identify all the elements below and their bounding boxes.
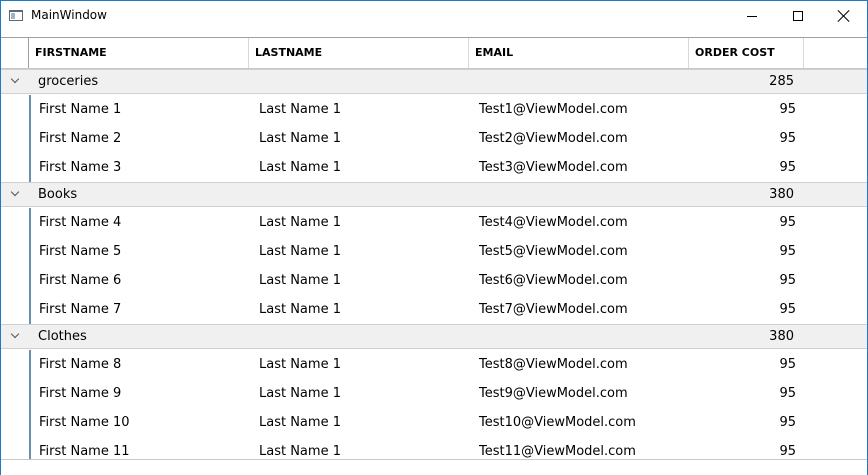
window-title: MainWindow [31,8,107,22]
group-indent-bar [29,95,31,124]
title-bar[interactable]: MainWindow [1,1,867,31]
cell-firstname[interactable]: First Name 3 [39,153,121,182]
group-indent-bar [29,153,31,182]
cell-lastname[interactable]: Last Name 1 [259,350,341,379]
table-row[interactable]: First Name 6 Last Name 1 Test6@ViewModel.c… [1,266,867,295]
main-window: MainWindow FIRSTNAME LASTNAME EMAIL ORDE… [0,0,868,475]
maximize-button[interactable] [775,1,821,31]
cell-order-cost[interactable]: 95 [689,266,796,295]
group-name: groceries [38,74,99,89]
cell-order-cost[interactable]: 95 [689,124,796,153]
group-name: Clothes [38,329,87,344]
group-header[interactable]: Clothes 380 [1,324,867,349]
cell-email[interactable]: Test2@ViewModel.com [479,124,628,153]
table-row[interactable]: First Name 4 Last Name 1 Test4@ViewModel.c… [1,208,867,237]
cell-email[interactable]: Test9@ViewModel.com [479,379,628,408]
cell-lastname[interactable]: Last Name 1 [259,237,341,266]
group-indent-bar [29,237,31,266]
cell-lastname[interactable]: Last Name 1 [259,295,341,324]
cell-firstname[interactable]: First Name 8 [39,350,121,379]
group-indent-bar [29,208,31,237]
group-indent-bar [29,379,31,408]
cell-firstname[interactable]: First Name 5 [39,237,121,266]
cell-firstname[interactable]: First Name 6 [39,266,121,295]
close-icon [838,10,850,22]
chevron-down-icon[interactable] [10,330,20,340]
group-indent-bar [29,295,31,324]
cell-firstname[interactable]: First Name 7 [39,295,121,324]
table-row[interactable]: First Name 7 Last Name 1 Test7@ViewModel.c… [1,295,867,324]
cell-order-cost[interactable]: 95 [689,295,796,324]
chevron-down-icon[interactable] [10,75,20,85]
cell-lastname[interactable]: Last Name 1 [259,266,341,295]
close-button[interactable] [821,1,867,31]
cell-order-cost[interactable]: 95 [689,153,796,182]
cell-order-cost[interactable]: 95 [689,95,796,124]
cell-firstname[interactable]: First Name 1 [39,95,121,124]
group-total: 380 [769,187,794,202]
cell-lastname[interactable]: Last Name 1 [259,95,341,124]
row-header-corner[interactable] [1,38,29,68]
column-header-email[interactable]: EMAIL [469,38,689,68]
group-indent-bar [29,408,31,437]
group-indent-bar [29,124,31,153]
maximize-icon [793,11,803,21]
cell-firstname[interactable]: First Name 2 [39,124,121,153]
cell-lastname[interactable]: Last Name 1 [259,379,341,408]
minimize-icon [747,16,757,17]
cell-firstname[interactable]: First Name 10 [39,408,130,437]
group-indent-bar [29,350,31,379]
cell-order-cost[interactable]: 95 [689,208,796,237]
cell-order-cost[interactable]: 95 [689,350,796,379]
cell-email[interactable]: Test8@ViewModel.com [479,350,628,379]
table-row[interactable]: First Name 10 Last Name 1 Test10@ViewModel… [1,408,867,437]
group-header[interactable]: groceries 285 [1,69,867,94]
cell-order-cost[interactable]: 95 [689,408,796,437]
data-grid[interactable]: FIRSTNAME LASTNAME EMAIL ORDER COST groc… [1,37,867,466]
group-total: 380 [769,329,794,344]
group-indent-bar [29,266,31,295]
cell-order-cost[interactable]: 95 [689,237,796,266]
cell-email[interactable]: Test10@ViewModel.com [479,408,636,437]
cell-order-cost[interactable]: 95 [689,379,796,408]
minimize-button[interactable] [729,1,775,31]
table-row[interactable]: First Name 8 Last Name 1 Test8@ViewModel.c… [1,350,867,379]
table-row[interactable]: First Name 2 Last Name 1 Test2@ViewModel.c… [1,124,867,153]
column-header-lastname[interactable]: LASTNAME [249,38,469,68]
cell-lastname[interactable]: Last Name 1 [259,208,341,237]
cell-lastname[interactable]: Last Name 1 [259,124,341,153]
cell-lastname[interactable]: Last Name 1 [259,408,341,437]
cell-email[interactable]: Test5@ViewModel.com [479,237,628,266]
cell-firstname[interactable]: First Name 4 [39,208,121,237]
column-header-firstname[interactable]: FIRSTNAME [29,38,249,68]
group-header[interactable]: Books 380 [1,182,867,207]
chevron-down-icon[interactable] [10,188,20,198]
app-window-icon [9,10,23,21]
table-row[interactable]: First Name 1 Last Name 1 Test1@ViewModel.c… [1,95,867,124]
cell-email[interactable]: Test6@ViewModel.com [479,266,628,295]
column-header-order-cost[interactable]: ORDER COST [689,38,804,68]
group-name: Books [38,187,78,202]
cell-firstname[interactable]: First Name 9 [39,379,121,408]
group-total: 285 [769,74,794,89]
cell-email[interactable]: Test7@ViewModel.com [479,295,628,324]
cell-lastname[interactable]: Last Name 1 [259,153,341,182]
cell-email[interactable]: Test3@ViewModel.com [479,153,628,182]
cell-email[interactable]: Test4@ViewModel.com [479,208,628,237]
table-row[interactable]: First Name 9 Last Name 1 Test9@ViewModel.c… [1,379,867,408]
table-row[interactable]: First Name 3 Last Name 1 Test3@ViewModel.c… [1,153,867,182]
column-header-row: FIRSTNAME LASTNAME EMAIL ORDER COST [1,38,867,69]
table-row[interactable]: First Name 5 Last Name 1 Test5@ViewModel.c… [1,237,867,266]
window-bottom-edge [1,459,867,475]
cell-email[interactable]: Test1@ViewModel.com [479,95,628,124]
